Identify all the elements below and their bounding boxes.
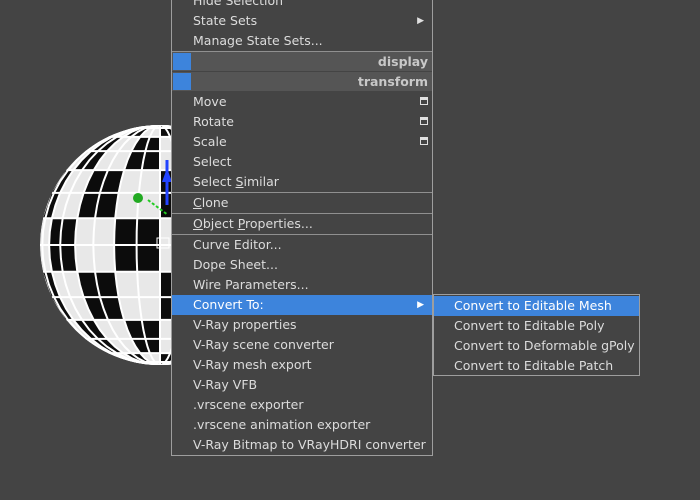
- menu-item-select-similar[interactable]: Select Similar: [172, 172, 432, 192]
- menu-header-transform: transform: [172, 72, 432, 91]
- menu-item-scale[interactable]: Scale: [172, 132, 432, 152]
- menu-item-dope-sheet[interactable]: Dope Sheet...: [172, 255, 432, 275]
- menu-item-vrscene-animation-exporter[interactable]: .vrscene animation exporter: [172, 415, 432, 435]
- convert-to-submenu: Convert to Editable Mesh Convert to Edit…: [433, 294, 640, 376]
- quad-menu: Hide Selection State Sets ▶ Manage State …: [171, 0, 433, 456]
- menu-item-object-properties[interactable]: Object Properties...: [172, 214, 432, 234]
- menu-item-convert-to[interactable]: Convert To: ▶: [172, 295, 432, 315]
- menu-item-vray-bitmap-converter[interactable]: V-Ray Bitmap to VRayHDRI converter: [172, 435, 432, 455]
- menu-item-select[interactable]: Select: [172, 152, 432, 172]
- menu-item-state-sets[interactable]: State Sets ▶: [172, 11, 432, 31]
- menu-item-hide-selection[interactable]: Hide Selection: [172, 0, 432, 11]
- menu-item-rotate[interactable]: Rotate: [172, 112, 432, 132]
- menu-item-convert-editable-patch[interactable]: Convert to Editable Patch: [434, 356, 639, 376]
- menu-item-vray-properties[interactable]: V-Ray properties: [172, 315, 432, 335]
- menu-item-wire-parameters[interactable]: Wire Parameters...: [172, 275, 432, 295]
- settings-box-icon[interactable]: [420, 97, 428, 105]
- menu-item-clone[interactable]: Clone: [172, 193, 432, 213]
- menu-item-vray-scene-converter[interactable]: V-Ray scene converter: [172, 335, 432, 355]
- settings-box-icon[interactable]: [420, 117, 428, 125]
- settings-box-icon[interactable]: [420, 137, 428, 145]
- menu-item-move[interactable]: Move: [172, 92, 432, 112]
- header-color-tab: [173, 73, 191, 90]
- menu-item-manage-state-sets[interactable]: Manage State Sets...: [172, 31, 432, 51]
- menu-item-convert-editable-poly[interactable]: Convert to Editable Poly: [434, 316, 639, 336]
- header-color-tab: [173, 53, 191, 70]
- menu-header-display: display: [172, 52, 432, 71]
- submenu-arrow-icon: ▶: [417, 16, 424, 26]
- submenu-arrow-icon: ▶: [417, 300, 424, 310]
- menu-item-curve-editor[interactable]: Curve Editor...: [172, 235, 432, 255]
- menu-item-convert-deformable-gpoly[interactable]: Convert to Deformable gPoly: [434, 336, 639, 356]
- menu-item-vrscene-exporter[interactable]: .vrscene exporter: [172, 395, 432, 415]
- menu-item-vray-mesh-export[interactable]: V-Ray mesh export: [172, 355, 432, 375]
- menu-item-convert-editable-mesh[interactable]: Convert to Editable Mesh: [434, 296, 639, 316]
- menu-item-vray-vfb[interactable]: V-Ray VFB: [172, 375, 432, 395]
